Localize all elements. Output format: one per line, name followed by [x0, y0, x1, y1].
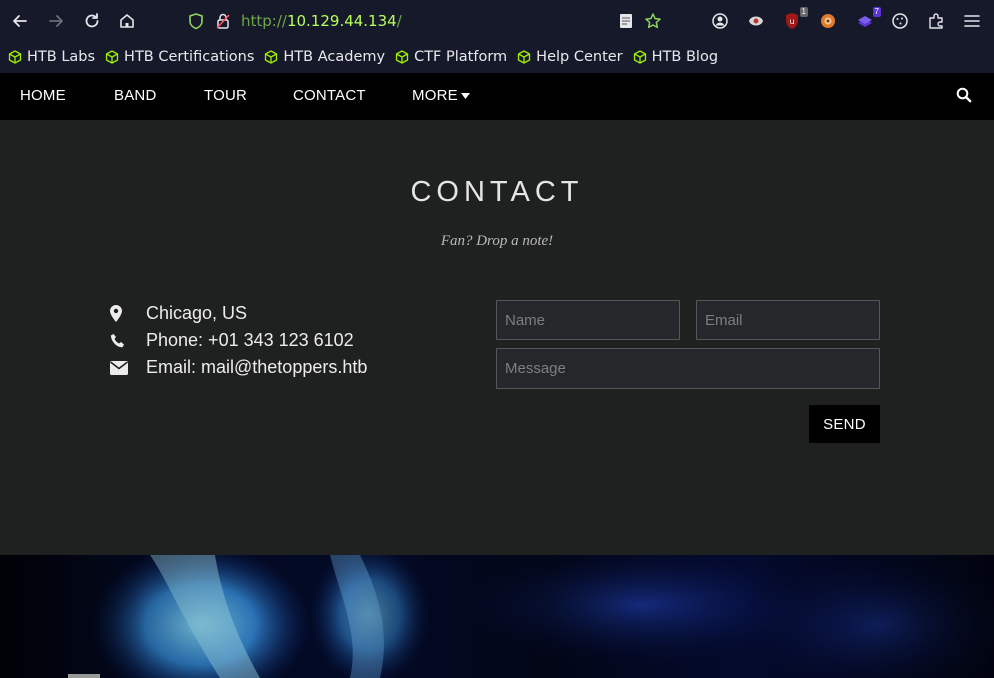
bookmark-star-icon[interactable] [643, 11, 663, 31]
svg-text:u: u [789, 17, 794, 26]
photo-shading [0, 555, 994, 678]
tracking-shield-icon[interactable] [185, 10, 207, 32]
foxy-icon[interactable] [818, 11, 838, 31]
bookmark-label: Help Center [536, 49, 623, 65]
section-title: CONTACT [410, 176, 584, 208]
htb-cube-icon [633, 50, 646, 64]
phone-icon [110, 332, 130, 350]
nav-tour[interactable]: TOUR [204, 87, 247, 104]
url-field[interactable]: http://10.129.44.134/ [241, 12, 402, 30]
htb-cube-icon [8, 50, 22, 64]
reader-view-icon[interactable] [616, 11, 636, 31]
map-marker-icon [110, 305, 130, 323]
url-protocol: http:// [241, 12, 287, 30]
email-row: Email: mail@thetoppers.htb [110, 357, 367, 378]
extensions-puzzle-icon[interactable] [926, 11, 946, 31]
search-icon[interactable] [956, 87, 974, 105]
bookmark-label: HTB Labs [27, 49, 96, 65]
nav-more-dropdown[interactable]: MORE [412, 87, 470, 104]
bookmark-htb-blog[interactable]: HTB Blog [633, 49, 718, 65]
email-input[interactable] [696, 300, 880, 340]
phone-row: Phone: +01 343 123 6102 [110, 330, 354, 351]
nav-more-label: MORE [412, 87, 458, 104]
phone-text: Phone: +01 343 123 6102 [146, 330, 354, 350]
browser-toolbar: http://10.129.44.134/ u 1 7 HTB Labs HTB… [0, 0, 994, 73]
name-input[interactable] [496, 300, 680, 340]
purple-extension-badge: 7 [872, 7, 881, 17]
forward-icon[interactable] [45, 10, 67, 32]
send-button[interactable]: SEND [809, 405, 880, 443]
home-icon[interactable] [116, 10, 138, 32]
email-text: Email: mail@thetoppers.htb [146, 357, 368, 377]
htb-cube-icon [105, 50, 119, 64]
location-row: Chicago, US [110, 303, 247, 324]
bookmark-htb-certifications[interactable]: HTB Certifications [105, 49, 254, 65]
bookmark-help-center[interactable]: Help Center [517, 49, 623, 65]
bookmark-label: HTB Academy [283, 49, 386, 65]
url-path: / [396, 12, 402, 30]
site-navbar: HOME BAND TOUR CONTACT MORE [0, 73, 994, 120]
back-icon[interactable] [9, 10, 31, 32]
htb-cube-icon [265, 50, 278, 64]
insecure-lock-icon[interactable] [212, 10, 234, 32]
bookmark-label: HTB Certifications [124, 49, 255, 65]
account-icon[interactable] [710, 11, 730, 31]
app-menu-icon[interactable] [962, 11, 982, 31]
container-icon[interactable] [746, 11, 766, 31]
reload-icon[interactable] [81, 10, 103, 32]
bookmark-htb-academy[interactable]: HTB Academy [264, 49, 385, 65]
envelope-icon [110, 359, 130, 377]
htb-cube-icon [395, 50, 409, 64]
bookmark-htb-labs[interactable]: HTB Labs [8, 49, 95, 65]
url-bar-row: http://10.129.44.134/ u 1 7 [0, 0, 994, 42]
band-photo [0, 555, 994, 678]
message-input[interactable] [496, 348, 880, 389]
caret-down-icon [460, 92, 470, 99]
nav-home[interactable]: HOME [20, 87, 66, 104]
section-subtitle: Fan? Drop a note! [440, 233, 554, 249]
url-host: 10.129.44.134 [286, 12, 397, 30]
bookmarks-toolbar: HTB Labs HTB Certifications HTB Academy … [0, 44, 994, 70]
bookmark-label: CTF Platform [414, 49, 508, 65]
ublock-badge: 1 [799, 7, 808, 17]
location-text: Chicago, US [146, 303, 248, 323]
nav-contact[interactable]: CONTACT [293, 87, 366, 104]
bookmark-label: HTB Blog [651, 49, 719, 65]
nav-band[interactable]: BAND [114, 87, 156, 104]
ublock-icon[interactable]: u 1 [782, 7, 808, 31]
contact-section: CONTACT Fan? Drop a note! Chicago, US Ph… [0, 120, 994, 555]
cookie-icon[interactable] [890, 11, 910, 31]
htb-cube-icon [518, 50, 531, 64]
extension-purple-icon[interactable]: 7 [855, 7, 881, 31]
bookmark-ctf-platform[interactable]: CTF Platform [395, 49, 507, 65]
horizontal-scrollbar[interactable] [68, 674, 100, 678]
